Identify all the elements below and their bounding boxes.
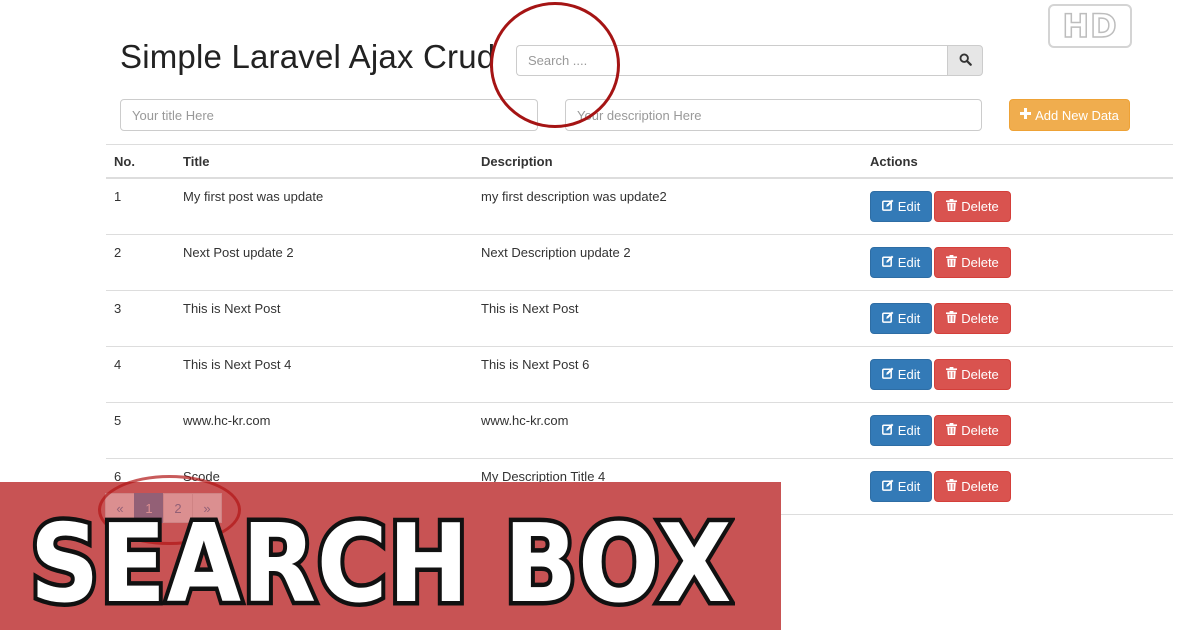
row-title: www.hc-kr.com <box>175 402 473 459</box>
delete-button[interactable]: Delete <box>934 247 1011 278</box>
trash-icon <box>946 479 958 494</box>
edit-icon <box>881 311 894 326</box>
edit-label: Edit <box>897 255 921 270</box>
delete-button[interactable]: Delete <box>934 191 1011 222</box>
description-input[interactable] <box>565 99 982 131</box>
row-no: 4 <box>106 346 175 403</box>
banner-title: SEARCH BOX <box>26 498 735 630</box>
row-description: Next Description update 2 <box>473 234 862 291</box>
search-button[interactable] <box>947 45 983 76</box>
data-table: No. Title Description Actions 1 My first… <box>106 144 1173 515</box>
edit-label: Edit <box>897 199 921 214</box>
title-input[interactable] <box>120 99 538 131</box>
header-no: No. <box>106 144 175 179</box>
edit-icon <box>881 255 894 270</box>
edit-button[interactable]: Edit <box>870 471 932 502</box>
delete-button[interactable]: Delete <box>934 415 1011 446</box>
row-title: My first post was update <box>175 178 473 235</box>
table-row: 1 My first post was update my first desc… <box>106 178 1173 235</box>
row-actions: Edit Delete <box>862 402 1173 459</box>
table-row: 4 This is Next Post 4 This is Next Post … <box>106 346 1173 403</box>
edit-button[interactable]: Edit <box>870 247 932 278</box>
edit-label: Edit <box>897 311 921 326</box>
edit-button[interactable]: Edit <box>870 359 932 390</box>
edit-button[interactable]: Edit <box>870 191 932 222</box>
delete-label: Delete <box>961 311 999 326</box>
trash-icon <box>946 367 958 382</box>
edit-label: Edit <box>897 423 921 438</box>
row-actions: Edit Delete <box>862 458 1173 515</box>
row-actions: Edit Delete <box>862 234 1173 291</box>
header-description: Description <box>473 144 862 179</box>
delete-button[interactable]: Delete <box>934 303 1011 334</box>
search-input[interactable] <box>516 45 947 76</box>
row-title: This is Next Post 4 <box>175 346 473 403</box>
row-title: Next Post update 2 <box>175 234 473 291</box>
edit-label: Edit <box>897 479 921 494</box>
row-actions: Edit Delete <box>862 346 1173 403</box>
delete-label: Delete <box>961 255 999 270</box>
row-no: 2 <box>106 234 175 291</box>
table-header-row: No. Title Description Actions <box>106 144 1173 179</box>
add-new-data-label: Add New Data <box>1035 107 1119 123</box>
delete-label: Delete <box>961 367 999 382</box>
plus-icon <box>1020 107 1032 123</box>
edit-icon <box>881 423 894 438</box>
trash-icon <box>946 423 958 438</box>
trash-icon <box>946 199 958 214</box>
table-row: 2 Next Post update 2 Next Description up… <box>106 234 1173 291</box>
row-description: This is Next Post <box>473 290 862 347</box>
delete-label: Delete <box>961 423 999 438</box>
row-no: 3 <box>106 290 175 347</box>
trash-icon <box>946 311 958 326</box>
add-new-data-button[interactable]: Add New Data <box>1009 99 1130 131</box>
row-description: my first description was update2 <box>473 178 862 235</box>
row-actions: Edit Delete <box>862 290 1173 347</box>
table-row: 5 www.hc-kr.com www.hc-kr.com Edit Delet… <box>106 402 1173 459</box>
header-title: Title <box>175 144 473 179</box>
edit-icon <box>881 199 894 214</box>
row-no: 1 <box>106 178 175 235</box>
row-actions: Edit Delete <box>862 178 1173 235</box>
edit-button[interactable]: Edit <box>870 415 932 446</box>
edit-label: Edit <box>897 367 921 382</box>
row-no: 5 <box>106 402 175 459</box>
delete-button[interactable]: Delete <box>934 471 1011 502</box>
hd-badge: HD <box>1048 4 1132 48</box>
row-title: This is Next Post <box>175 290 473 347</box>
row-description: www.hc-kr.com <box>473 402 862 459</box>
page-title: Simple Laravel Ajax Crud <box>120 38 496 75</box>
search-group <box>516 45 983 76</box>
trash-icon <box>946 255 958 270</box>
delete-label: Delete <box>961 199 999 214</box>
delete-label: Delete <box>961 479 999 494</box>
edit-icon <box>881 367 894 382</box>
edit-button[interactable]: Edit <box>870 303 932 334</box>
search-icon <box>959 53 972 69</box>
table-row: 3 This is Next Post This is Next Post Ed… <box>106 290 1173 347</box>
edit-icon <box>881 479 894 494</box>
row-description: This is Next Post 6 <box>473 346 862 403</box>
delete-button[interactable]: Delete <box>934 359 1011 390</box>
header-actions: Actions <box>862 144 1173 179</box>
